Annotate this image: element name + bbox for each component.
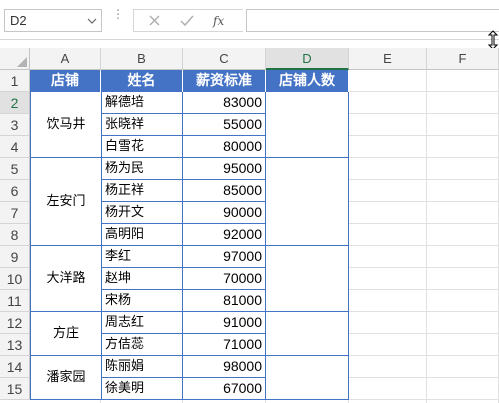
row-header-2[interactable]: 2 <box>0 92 30 114</box>
employee-name-cell[interactable]: 李红 <box>101 246 183 268</box>
store-count-cell[interactable] <box>266 312 349 356</box>
formula-buttons: fx <box>133 9 243 32</box>
store-cell[interactable]: 方庄 <box>30 312 101 356</box>
salary-cell[interactable]: 92000 <box>183 224 266 246</box>
insert-function-icon[interactable]: fx <box>209 12 231 30</box>
row-header-12[interactable]: 12 <box>0 312 30 334</box>
employee-name-cell[interactable]: 杨正祥 <box>101 180 183 202</box>
row-header-3[interactable]: 3 <box>0 114 30 136</box>
employee-name-cell[interactable]: 徐美明 <box>101 378 183 400</box>
fx-label: fx <box>212 14 224 28</box>
salary-cell[interactable]: 83000 <box>183 92 266 114</box>
formula-bar: D2 ⋮ fx <box>0 0 499 50</box>
store-cell[interactable]: 潘家园 <box>30 356 101 400</box>
employee-name-cell[interactable]: 白雪花 <box>101 136 183 158</box>
row-header-4[interactable]: 4 <box>0 136 30 158</box>
salary-cell[interactable]: 70000 <box>183 268 266 290</box>
column-header-f[interactable]: F <box>427 48 499 70</box>
enter-check-icon[interactable] <box>176 12 198 30</box>
row-header-8[interactable]: 8 <box>0 224 30 246</box>
employee-name-cell[interactable]: 陈丽娟 <box>101 356 183 378</box>
more-options-icon[interactable]: ⋮ <box>112 8 124 20</box>
header-cell-salary[interactable]: 薪资标准 <box>183 70 266 92</box>
row-header-6[interactable]: 6 <box>0 180 30 202</box>
row-header-15[interactable]: 15 <box>0 378 30 400</box>
employee-name-cell[interactable]: 杨开文 <box>101 202 183 224</box>
chevron-down-icon[interactable] <box>87 16 97 26</box>
store-count-cell[interactable] <box>266 158 349 246</box>
column-header-b[interactable]: B <box>101 48 183 70</box>
column-header-a[interactable]: A <box>30 48 101 70</box>
row-header-14[interactable]: 14 <box>0 356 30 378</box>
column-header-e[interactable]: E <box>349 48 427 70</box>
row-header-11[interactable]: 11 <box>0 290 30 312</box>
store-cell[interactable]: 大洋路 <box>30 246 101 312</box>
employee-name-cell[interactable]: 赵坤 <box>101 268 183 290</box>
row-header-1[interactable]: 1 <box>0 70 30 92</box>
row-header-9[interactable]: 9 <box>0 246 30 268</box>
salary-cell[interactable]: 90000 <box>183 202 266 224</box>
employee-name-cell[interactable]: 宋杨 <box>101 290 183 312</box>
salary-cell[interactable]: 97000 <box>183 246 266 268</box>
select-all-corner[interactable] <box>0 48 30 70</box>
name-box[interactable]: D2 <box>4 9 102 32</box>
salary-cell[interactable]: 91000 <box>183 312 266 334</box>
header-cell-count[interactable]: 店铺人数 <box>266 70 349 92</box>
header-cell-name[interactable]: 姓名 <box>101 70 183 92</box>
employee-name-cell[interactable]: 解德培 <box>101 92 183 114</box>
salary-cell[interactable]: 98000 <box>183 356 266 378</box>
salary-cell[interactable]: 71000 <box>183 334 266 356</box>
row-header-13[interactable]: 13 <box>0 334 30 356</box>
employee-name-cell[interactable]: 张晓祥 <box>101 114 183 136</box>
employee-name-cell[interactable]: 周志红 <box>101 312 183 334</box>
row-header-7[interactable]: 7 <box>0 202 30 224</box>
active-cell-highlight <box>266 92 349 114</box>
formula-input[interactable] <box>246 9 499 32</box>
spreadsheet-grid: A B C D E F 1 2 3 4 5 6 7 8 9 10 11 12 13 14 15 店铺 姓名 薪资标准 店铺人数饮… <box>0 40 499 403</box>
salary-cell[interactable]: 80000 <box>183 136 266 158</box>
gridline <box>426 70 427 403</box>
name-box-value: D2 <box>10 13 27 28</box>
store-count-cell[interactable] <box>266 246 349 312</box>
salary-cell[interactable]: 85000 <box>183 180 266 202</box>
row-header-5[interactable]: 5 <box>0 158 30 180</box>
salary-cell[interactable]: 81000 <box>183 290 266 312</box>
store-cell[interactable]: 左安门 <box>30 158 101 246</box>
header-cell-store[interactable]: 店铺 <box>30 70 101 92</box>
store-count-cell[interactable] <box>266 356 349 400</box>
column-header-c[interactable]: C <box>183 48 266 70</box>
salary-cell[interactable]: 67000 <box>183 378 266 400</box>
employee-name-cell[interactable]: 高明阳 <box>101 224 183 246</box>
employee-name-cell[interactable]: 杨为民 <box>101 158 183 180</box>
row-header-10[interactable]: 10 <box>0 268 30 290</box>
cancel-icon[interactable] <box>144 12 166 30</box>
employee-name-cell[interactable]: 方佶蕊 <box>101 334 183 356</box>
salary-cell[interactable]: 95000 <box>183 158 266 180</box>
store-cell[interactable]: 饮马井 <box>30 92 101 158</box>
column-header-d[interactable]: D <box>266 48 349 70</box>
salary-cell[interactable]: 55000 <box>183 114 266 136</box>
